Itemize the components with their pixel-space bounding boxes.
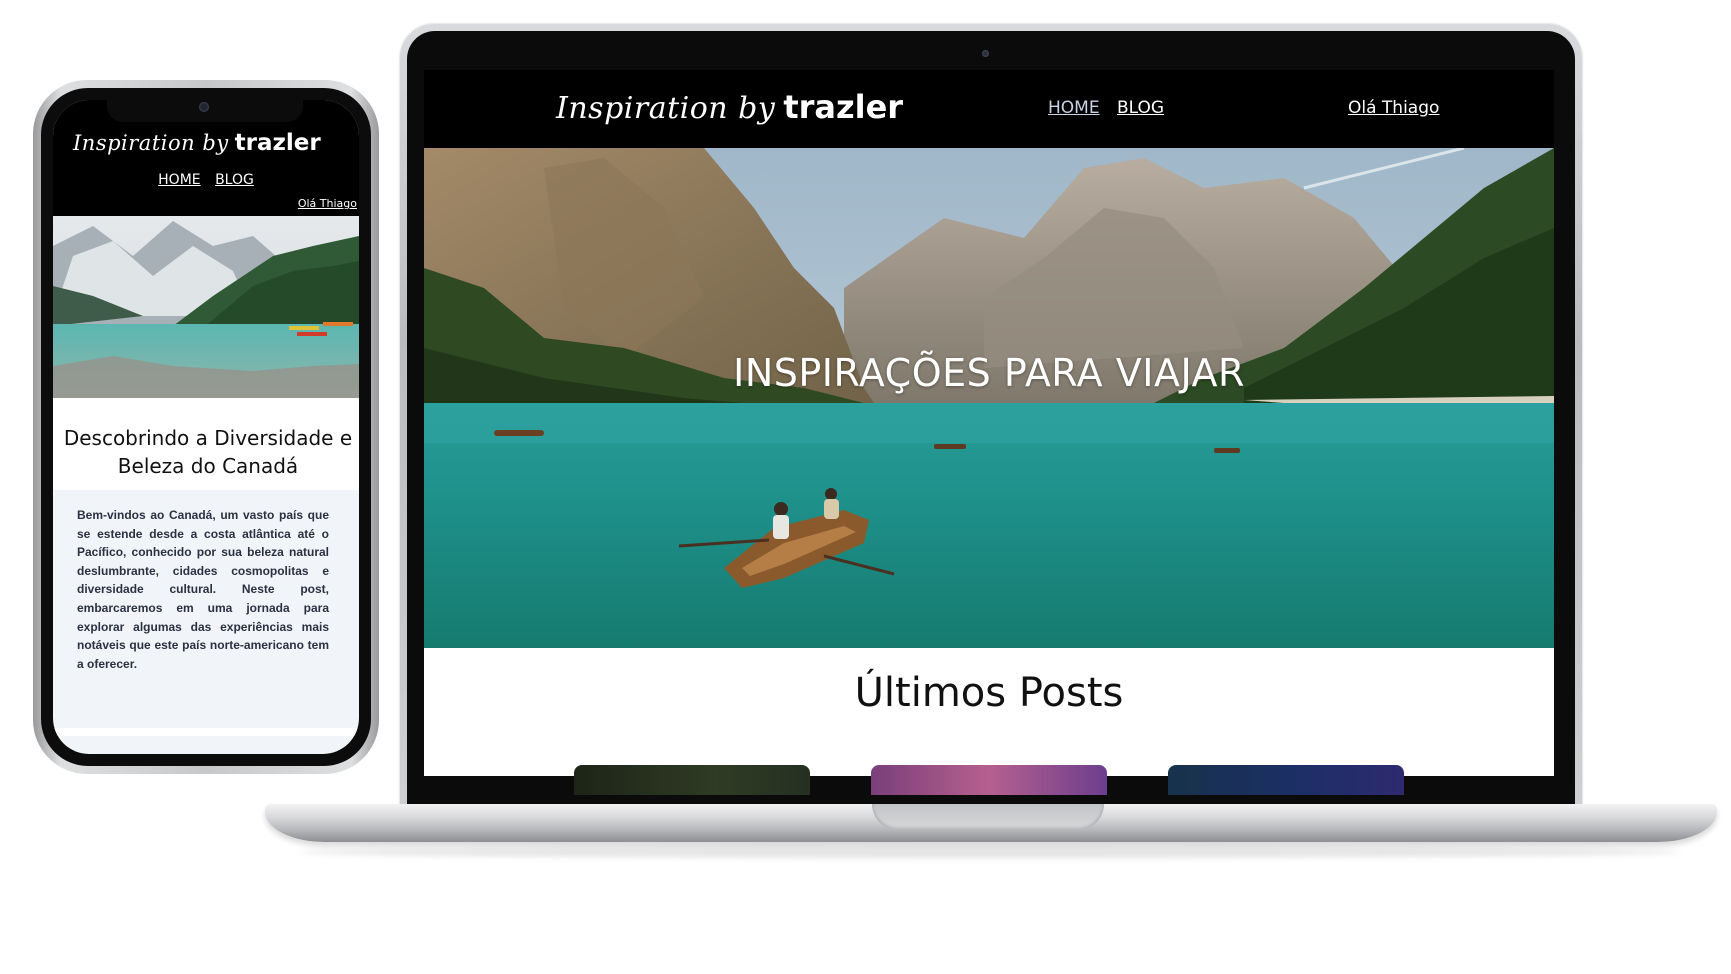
laptop-shadow bbox=[300, 846, 1680, 858]
user-greeting-link[interactable]: Olá Thiago bbox=[1348, 98, 1439, 118]
phone-nav-link-home[interactable]: HOME bbox=[158, 172, 200, 188]
phone-post-body: Bem-vindos ao Canadá, um vasto país que … bbox=[77, 508, 329, 671]
laptop-screen: Inspiration by trazler HOME BLOG Olá Thia… bbox=[424, 70, 1554, 776]
post-card-1[interactable] bbox=[574, 765, 810, 795]
distant-boat bbox=[494, 430, 544, 436]
phone-camera bbox=[199, 102, 209, 112]
phone-user-greeting-link[interactable]: Olá Thiago bbox=[298, 197, 357, 210]
phone-nav-link-blog[interactable]: BLOG bbox=[215, 172, 254, 188]
main-nav: HOME BLOG bbox=[1048, 98, 1176, 118]
laptop-camera bbox=[982, 50, 989, 57]
phone-logo-wordmark: trazler bbox=[234, 130, 321, 156]
post-card-3[interactable] bbox=[1168, 765, 1404, 795]
hero-banner: INSPIRAÇÕES PARA VIAJAR bbox=[424, 148, 1554, 648]
laptop-opening-notch bbox=[872, 804, 1104, 830]
site-header: Inspiration by trazler HOME BLOG Olá Thia… bbox=[424, 70, 1554, 148]
phone-screen: Inspiration by trazler HOME BLOG Olá Thia… bbox=[53, 100, 359, 754]
phone-site-logo[interactable]: Inspiration by trazler bbox=[73, 130, 321, 156]
logo-wordmark: trazler bbox=[783, 88, 904, 126]
distant-boat bbox=[1214, 448, 1240, 453]
phone-logo-script-text: Inspiration by bbox=[73, 131, 229, 155]
hero-title: INSPIRAÇÕES PARA VIAJAR bbox=[733, 351, 1245, 395]
logo-script-text: Inspiration by bbox=[556, 91, 776, 126]
post-card-2[interactable] bbox=[871, 765, 1107, 795]
phone-main-nav: HOME BLOG bbox=[53, 172, 359, 188]
phone-post-title: Descobrindo a Diversidade e Beleza do Ca… bbox=[63, 426, 353, 478]
phone-divider bbox=[53, 728, 359, 736]
distant-boat bbox=[934, 444, 966, 449]
nav-link-home[interactable]: HOME bbox=[1048, 98, 1100, 118]
nav-link-blog[interactable]: BLOG bbox=[1117, 98, 1164, 118]
latest-posts-heading: Últimos Posts bbox=[854, 670, 1124, 716]
mockup-stage: Inspiration by trazler HOME BLOG Olá Thia… bbox=[0, 0, 1731, 974]
phone-post-image bbox=[53, 216, 359, 398]
hero-lake-image bbox=[424, 148, 1554, 648]
phone-post-title-box: Descobrindo a Diversidade e Beleza do Ca… bbox=[53, 398, 359, 490]
site-logo[interactable]: Inspiration by trazler bbox=[556, 88, 903, 126]
